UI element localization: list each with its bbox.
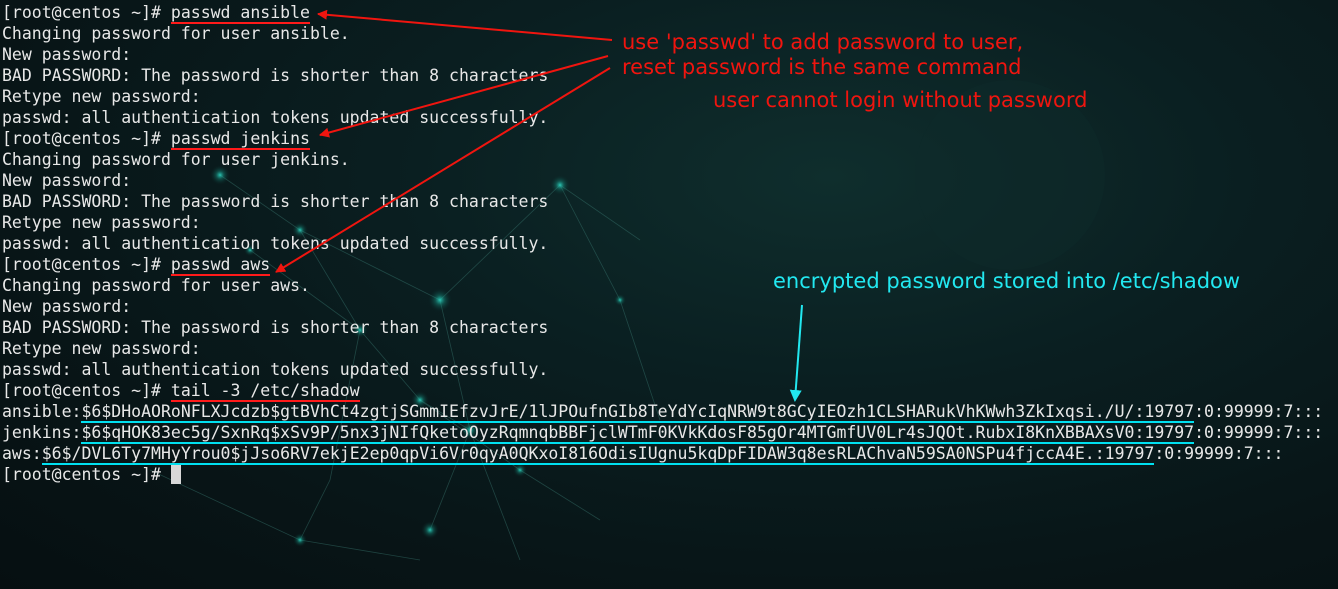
terminal-line: passwd: all authentication tokens update…: [2, 107, 1336, 128]
output-text: Retype new password:: [2, 339, 201, 358]
output-text: Changing password for user aws.: [2, 276, 310, 295]
terminal-line: passwd: all authentication tokens update…: [2, 359, 1336, 380]
shadow-password-hash: $6$/DVL6Ty7MHyYrou0$jJso6RV7ekjE2ep0qpVi…: [41, 444, 1155, 465]
shell-command: passwd jenkins: [170, 129, 310, 150]
output-text: New password:: [2, 171, 132, 190]
output-text: Changing password for user jenkins.: [2, 150, 350, 169]
terminal-line: BAD PASSWORD: The password is shorter th…: [2, 317, 1336, 338]
shell-prompt: [root@centos ~]#: [2, 465, 171, 484]
annotation-login-requirement: user cannot login without password: [713, 88, 1088, 112]
terminal-line: New password:: [2, 170, 1336, 191]
shadow-password-hash: $6$DHoAORoNFLXJcdzb$gtBVhCt4zgtjSGmmIEfz…: [81, 402, 1195, 423]
shadow-username: ansible:: [2, 402, 82, 421]
output-text: New password:: [2, 45, 132, 64]
shadow-fields: :0:99999:7:::: [1154, 444, 1284, 463]
shadow-password-hash: $6$qHOK83ec5g/SxnRq$xSv9P/5nx3jNIfQketoO…: [81, 423, 1195, 444]
terminal-line: aws:$6$/DVL6Ty7MHyYrou0$jJso6RV7ekjE2ep0…: [2, 443, 1336, 465]
shell-prompt: [root@centos ~]#: [2, 381, 171, 400]
terminal-line: Retype new password:: [2, 86, 1336, 107]
shadow-fields: :0:99999:7:::: [1194, 402, 1324, 421]
terminal-line: Retype new password:: [2, 338, 1336, 359]
terminal-line: New password:: [2, 296, 1336, 317]
shell-prompt: [root@centos ~]#: [2, 3, 171, 22]
output-text: Changing password for user ansible.: [2, 24, 350, 43]
shell-prompt: [root@centos ~]#: [2, 255, 171, 274]
terminal-line: ansible:$6$DHoAORoNFLXJcdzb$gtBVhCt4zgtj…: [2, 401, 1336, 423]
annotation-passwd-usage: use 'passwd' to add password to user,: [622, 30, 1024, 54]
terminal-line: jenkins:$6$qHOK83ec5g/SxnRq$xSv9P/5nx3jN…: [2, 422, 1336, 444]
output-text: BAD PASSWORD: The password is shorter th…: [2, 318, 549, 337]
output-text: Retype new password:: [2, 87, 201, 106]
shell-command: passwd aws: [170, 255, 271, 276]
shell-prompt: [root@centos ~]#: [2, 129, 171, 148]
terminal-line: passwd: all authentication tokens update…: [2, 233, 1336, 254]
terminal-line: Retype new password:: [2, 212, 1336, 233]
output-text: passwd: all authentication tokens update…: [2, 108, 549, 127]
output-text: BAD PASSWORD: The password is shorter th…: [2, 66, 549, 85]
terminal-cursor[interactable]: [170, 465, 181, 484]
output-text: New password:: [2, 297, 132, 316]
shadow-username: aws:: [2, 444, 42, 463]
terminal-line: [root@centos ~]# passwd jenkins: [2, 128, 1336, 150]
output-text: BAD PASSWORD: The password is shorter th…: [2, 192, 549, 211]
terminal-line: [root@centos ~]# passwd ansible: [2, 2, 1336, 24]
shell-command: passwd ansible: [170, 3, 310, 24]
terminal-line: [root@centos ~]# tail -3 /etc/shadow: [2, 380, 1336, 402]
terminal-line: Changing password for user jenkins.: [2, 149, 1336, 170]
terminal-line: [root@centos ~]#: [2, 464, 1336, 485]
shadow-username: jenkins:: [2, 423, 82, 442]
annotation-reset-password: reset password is the same command: [622, 55, 1022, 79]
terminal-line: BAD PASSWORD: The password is shorter th…: [2, 191, 1336, 212]
shell-command: tail -3 /etc/shadow: [170, 381, 360, 402]
shadow-fields: :0:99999:7:::: [1194, 423, 1324, 442]
output-text: Retype new password:: [2, 213, 201, 232]
output-text: passwd: all authentication tokens update…: [2, 360, 549, 379]
output-text: passwd: all authentication tokens update…: [2, 234, 549, 253]
annotation-shadow-storage: encrypted password stored into /etc/shad…: [773, 269, 1241, 293]
